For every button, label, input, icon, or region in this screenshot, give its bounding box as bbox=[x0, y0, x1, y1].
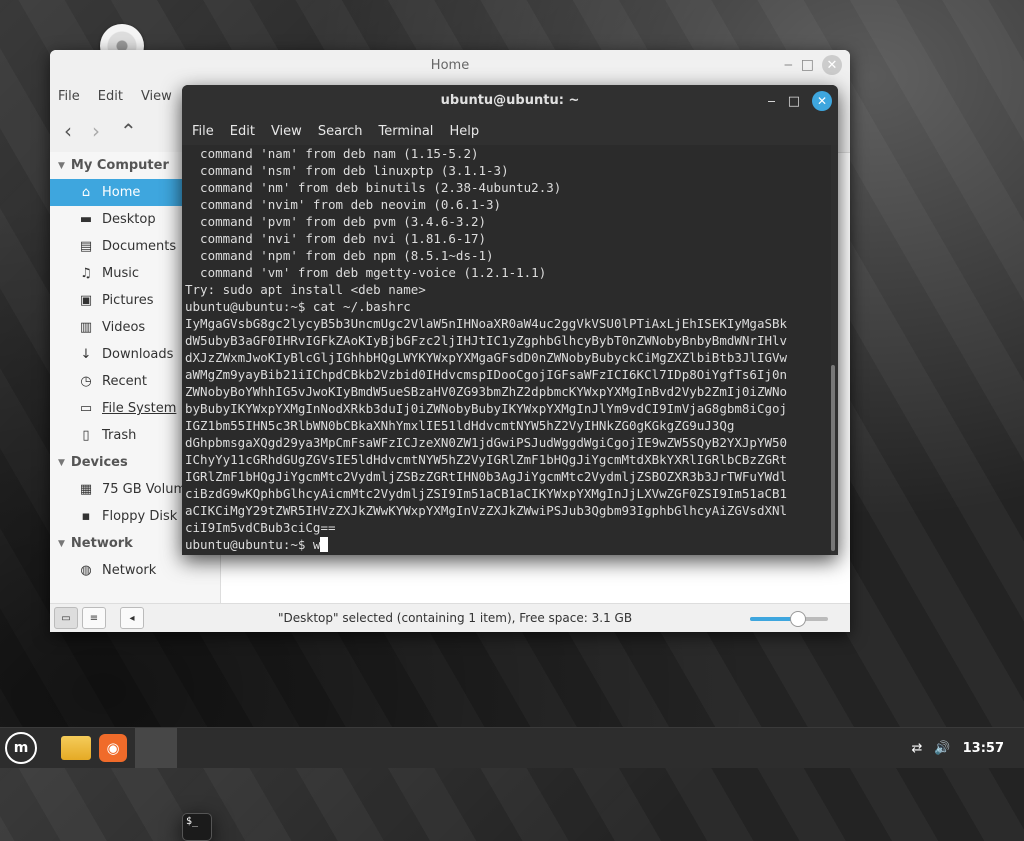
sidebar-item-network[interactable]: ◍ Network bbox=[50, 557, 220, 584]
collapse-icon: ▼ bbox=[58, 457, 65, 468]
back-icon[interactable]: ‹ bbox=[64, 119, 72, 143]
terminal-line: IGZ1bm55IHN5c3RlbWN0bCBkaXNhYmxlIE51ldHd… bbox=[185, 418, 735, 433]
maximize-icon[interactable]: □ bbox=[788, 94, 800, 109]
close-icon[interactable]: ✕ bbox=[812, 91, 832, 111]
firefox-icon[interactable]: ◉ bbox=[99, 734, 127, 762]
terminal-line: ubuntu@ubuntu:~$ w bbox=[185, 536, 831, 553]
terminal-menu-help[interactable]: Help bbox=[449, 124, 479, 139]
music-icon: ♫ bbox=[80, 266, 92, 281]
home-icon: ⌂ bbox=[81, 185, 91, 200]
terminal-line: dGhpbmsgaXQgd29ya3MpCmFsaWFzICJzeXN0ZW1j… bbox=[185, 435, 788, 450]
menu-file[interactable]: File bbox=[58, 89, 80, 104]
maximize-icon[interactable]: □ bbox=[801, 57, 814, 73]
file-system-icon: ▭ bbox=[79, 401, 93, 416]
terminal-line: aCIKCiMgY29tZWR5IHVzZXJkZWwKYWxpYXMgInVz… bbox=[185, 503, 788, 518]
clock[interactable]: 13:57 bbox=[963, 741, 1004, 756]
videos-icon: ▥ bbox=[79, 320, 93, 335]
terminal-line: command 'nam' from deb nam (1.15-5.2) bbox=[185, 146, 479, 161]
collapse-icon: ▼ bbox=[58, 538, 65, 549]
text-cursor bbox=[320, 537, 329, 552]
taskbar: m ◉ $_ ⇄ 🔊 13:57 bbox=[0, 727, 1024, 841]
floppy-icon: ▪ bbox=[81, 509, 91, 524]
places-toggle-icon[interactable]: ▭ bbox=[54, 607, 78, 629]
terminal-icon: $_ bbox=[182, 813, 212, 841]
desktop-icon: ▬ bbox=[79, 212, 93, 227]
terminal-line: command 'nvi' from deb nvi (1.81.6-17) bbox=[185, 231, 487, 246]
volume-icon[interactable]: 🔊 bbox=[934, 741, 950, 756]
terminal-line: command 'vm' from deb mgetty-voice (1.2.… bbox=[185, 265, 547, 280]
terminal-line: ZWNobyBoYWhhIG5vJwoKIyBmdW5ueSBzaHV0ZG93… bbox=[185, 384, 788, 399]
terminal-line: IGRlZmF1bHQgJiYgcmMtc2VydmljZSBzZGRtIHN0… bbox=[185, 469, 788, 484]
terminal-line: command 'nvim' from deb neovim (0.6.1-3) bbox=[185, 197, 502, 212]
forward-icon[interactable]: › bbox=[92, 119, 100, 143]
tree-toggle-icon[interactable]: ≡ bbox=[82, 607, 106, 629]
terminal-menu-bar: File Edit View Search Terminal Help bbox=[182, 117, 838, 145]
menu-view[interactable]: View bbox=[141, 89, 172, 104]
terminal-menu-terminal[interactable]: Terminal bbox=[378, 124, 433, 139]
terminal-menu-file[interactable]: File bbox=[192, 124, 214, 139]
terminal-title: ubuntu@ubuntu: ~ bbox=[440, 93, 580, 108]
files-icon[interactable] bbox=[61, 736, 91, 760]
trash-icon: ▯ bbox=[82, 428, 90, 443]
terminal-line: command 'nm' from deb binutils (2.38-4ub… bbox=[185, 180, 562, 195]
terminal-line: command 'pvm' from deb pvm (3.4.6-3.2) bbox=[185, 214, 487, 229]
zoom-slider-knob[interactable] bbox=[789, 611, 806, 627]
window-title: Home bbox=[430, 58, 470, 73]
terminal-window: ubuntu@ubuntu: ~ ‒ □ ✕ File Edit View Se… bbox=[182, 85, 838, 555]
terminal-line: aWMgZm9yayBib21iIChpdCBkb2Vzbid0IHdvcmsp… bbox=[185, 367, 788, 382]
terminal-line: byBubyIKYWxpYXMgInNodXRkb3duIj0iZWNobyBu… bbox=[185, 401, 788, 416]
up-icon[interactable]: ⌃ bbox=[120, 119, 137, 143]
terminal-taskbar-button[interactable]: $_ bbox=[135, 728, 212, 841]
terminal-line: dXJzZWxmJwoKIyBlcGljIGhhbHQgLWYKYWxpYXMg… bbox=[185, 350, 788, 365]
network-status-icon[interactable]: ⇄ bbox=[912, 741, 923, 756]
hide-sidebar-icon[interactable]: ◂ bbox=[120, 607, 144, 629]
status-bar: ▭ ≡ ◂ "Desktop" selected (containing 1 i… bbox=[50, 603, 850, 632]
terminal-line: command 'nsm' from deb linuxptp (3.1.1-3… bbox=[185, 163, 509, 178]
terminal-menu-view[interactable]: View bbox=[271, 124, 302, 139]
terminal-line: ciBzdG9wKQphbGlhcyAicmMtc2VydmljZSI9Im51… bbox=[185, 486, 788, 501]
terminal-menu-edit[interactable]: Edit bbox=[230, 124, 255, 139]
pictures-icon: ▣ bbox=[79, 293, 93, 308]
menu-icon[interactable]: m bbox=[5, 732, 37, 764]
terminal-menu-search[interactable]: Search bbox=[318, 124, 363, 139]
terminal-line: IChyYy11cGRhdGUgZGVsIE5ldHdvcmtNYW5hZ2Vy… bbox=[185, 452, 788, 467]
terminal-line: ciI9Im5vdCBub3ciCg== bbox=[185, 520, 336, 535]
network-icon: ◍ bbox=[80, 563, 92, 578]
status-text: "Desktop" selected (containing 1 item), … bbox=[278, 611, 633, 625]
menu-edit[interactable]: Edit bbox=[98, 89, 123, 104]
documents-icon: ▤ bbox=[79, 239, 93, 254]
terminal-line: dW5ubyB3aGF0IHRvIGFkZAoKIyBjbGFzc2ljIHJt… bbox=[185, 333, 788, 348]
terminal-line: Try: sudo apt install <deb name> bbox=[185, 282, 426, 297]
drive-icon: ▦ bbox=[79, 482, 93, 497]
terminal-line: ubuntu@ubuntu:~$ cat ~/.bashrc bbox=[185, 299, 411, 314]
minimize-icon[interactable]: ‒ bbox=[784, 57, 793, 73]
terminal-scrollbar[interactable] bbox=[831, 365, 835, 551]
downloads-icon: ↓ bbox=[80, 347, 92, 362]
minimize-icon[interactable]: ‒ bbox=[767, 94, 775, 109]
terminal-output[interactable]: command 'nam' from deb nam (1.15-5.2) co… bbox=[182, 145, 831, 555]
terminal-line: IyMgaGVsbG8gc2lycyB5b3UncmUgc2VlaW5nIHNo… bbox=[185, 316, 788, 331]
collapse-icon: ▼ bbox=[58, 160, 65, 171]
terminal-line: command 'npm' from deb npm (8.5.1~ds-1) bbox=[185, 248, 494, 263]
file-manager-titlebar[interactable]: Home ‒ □ ✕ bbox=[50, 50, 850, 82]
zoom-slider[interactable] bbox=[750, 611, 828, 627]
recent-icon: ◷ bbox=[80, 374, 92, 389]
close-icon[interactable]: ✕ bbox=[822, 55, 842, 75]
terminal-titlebar[interactable]: ubuntu@ubuntu: ~ ‒ □ ✕ bbox=[182, 85, 838, 117]
